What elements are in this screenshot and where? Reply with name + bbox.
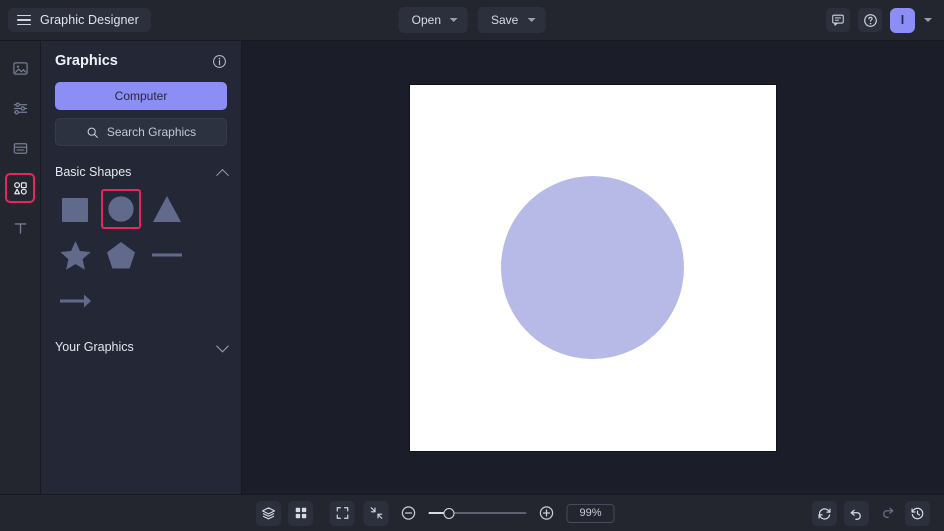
triangle-icon xyxy=(151,193,183,225)
reset-button[interactable] xyxy=(812,501,837,526)
section-your-graphics-label: Your Graphics xyxy=(55,340,134,354)
page-title: Graphics xyxy=(55,53,118,69)
zoom-controls: 99% xyxy=(330,501,615,526)
fit-content-button[interactable] xyxy=(364,501,389,526)
sidebar-item-layouts[interactable] xyxy=(5,133,35,163)
square-icon xyxy=(59,193,91,225)
app-root: Graphic Designer Open Save xyxy=(0,0,944,531)
image-icon xyxy=(12,60,29,77)
save-button-label: Save xyxy=(491,13,518,27)
section-basic-shapes-label: Basic Shapes xyxy=(55,165,131,179)
chevron-down-icon[interactable] xyxy=(924,18,932,22)
search-graphics-input[interactable]: Search Graphics xyxy=(55,118,227,146)
undo-icon xyxy=(849,506,864,521)
open-button[interactable]: Open xyxy=(399,7,468,33)
section-basic-shapes-header[interactable]: Basic Shapes xyxy=(55,165,227,179)
sidebar-item-text[interactable] xyxy=(5,213,35,243)
redo-icon xyxy=(880,504,895,519)
avatar[interactable]: I xyxy=(890,8,915,33)
comment-button[interactable] xyxy=(826,8,850,32)
tool-rail xyxy=(0,41,41,494)
search-graphics-placeholder: Search Graphics xyxy=(107,125,196,139)
hamburger-icon xyxy=(17,15,31,26)
bottom-bar: 99% xyxy=(0,494,944,531)
undo-button[interactable] xyxy=(844,501,869,526)
save-button[interactable]: Save xyxy=(478,7,545,33)
grid-icon xyxy=(294,506,308,520)
main-body: Graphics Computer Search xyxy=(0,41,944,494)
shape-arrow[interactable] xyxy=(55,281,95,321)
shape-triangle[interactable] xyxy=(147,189,187,229)
arrow-icon xyxy=(58,285,92,317)
sliders-icon xyxy=(12,100,29,117)
computer-source-button[interactable]: Computer xyxy=(55,82,227,110)
search-icon xyxy=(86,126,99,139)
layout-icon xyxy=(12,140,29,157)
open-button-label: Open xyxy=(412,13,441,27)
bottom-bar-left-tools xyxy=(256,501,313,526)
top-bar-center-actions: Open Save xyxy=(399,7,546,33)
section-your-graphics-header[interactable]: Your Graphics xyxy=(55,340,227,354)
star-icon xyxy=(59,239,92,272)
chevron-down-icon xyxy=(527,18,535,22)
comment-icon xyxy=(831,13,845,27)
line-icon xyxy=(150,239,184,271)
sidebar-item-adjustments[interactable] xyxy=(5,93,35,123)
shape-line[interactable] xyxy=(147,235,187,275)
layers-button[interactable] xyxy=(256,501,281,526)
zoom-level-value[interactable]: 99% xyxy=(567,504,615,523)
shape-circle[interactable] xyxy=(101,189,141,229)
shape-square[interactable] xyxy=(55,189,95,229)
top-bar-right-actions: I xyxy=(826,8,936,33)
artboard[interactable] xyxy=(410,85,776,451)
pentagon-icon xyxy=(105,239,137,271)
zoom-slider-knob[interactable] xyxy=(443,508,454,519)
fit-screen-button[interactable] xyxy=(330,501,355,526)
info-icon[interactable] xyxy=(212,54,227,69)
section-basic-shapes: Basic Shapes xyxy=(55,165,227,321)
fit-content-icon xyxy=(369,506,383,520)
app-title: Graphic Designer xyxy=(40,13,139,27)
history-icon xyxy=(910,506,925,521)
history-controls xyxy=(812,501,930,526)
zoom-slider[interactable] xyxy=(429,506,527,520)
circle-icon xyxy=(106,194,136,224)
zoom-out-button[interactable] xyxy=(398,502,420,524)
zoom-in-button[interactable] xyxy=(536,502,558,524)
shapes-icon xyxy=(12,180,29,197)
help-button[interactable] xyxy=(858,8,882,32)
sidebar-item-images[interactable] xyxy=(5,53,35,83)
app-menu-button[interactable]: Graphic Designer xyxy=(8,8,151,32)
graphics-panel: Graphics Computer Search xyxy=(41,41,242,494)
fit-screen-icon xyxy=(335,506,349,520)
redo-button[interactable] xyxy=(876,501,898,523)
zoom-in-icon xyxy=(539,505,555,521)
chevron-down-icon xyxy=(450,18,458,22)
top-bar: Graphic Designer Open Save xyxy=(0,0,944,41)
history-button[interactable] xyxy=(905,501,930,526)
canvas-object-circle[interactable] xyxy=(501,176,684,359)
basic-shapes-grid xyxy=(55,189,227,321)
reset-icon xyxy=(817,506,832,521)
grid-button[interactable] xyxy=(288,501,313,526)
chevron-up-icon[interactable] xyxy=(216,168,229,181)
section-your-graphics: Your Graphics xyxy=(55,340,227,354)
chevron-down-icon[interactable] xyxy=(216,339,229,352)
text-icon xyxy=(12,220,29,237)
layers-icon xyxy=(261,506,276,521)
sidebar-item-shapes[interactable] xyxy=(5,173,35,203)
graphics-panel-header: Graphics xyxy=(55,53,227,69)
shape-star[interactable] xyxy=(55,235,95,275)
shape-pentagon[interactable] xyxy=(101,235,141,275)
canvas-area[interactable] xyxy=(242,41,944,494)
help-circle-icon xyxy=(863,13,878,28)
zoom-out-icon xyxy=(401,505,417,521)
